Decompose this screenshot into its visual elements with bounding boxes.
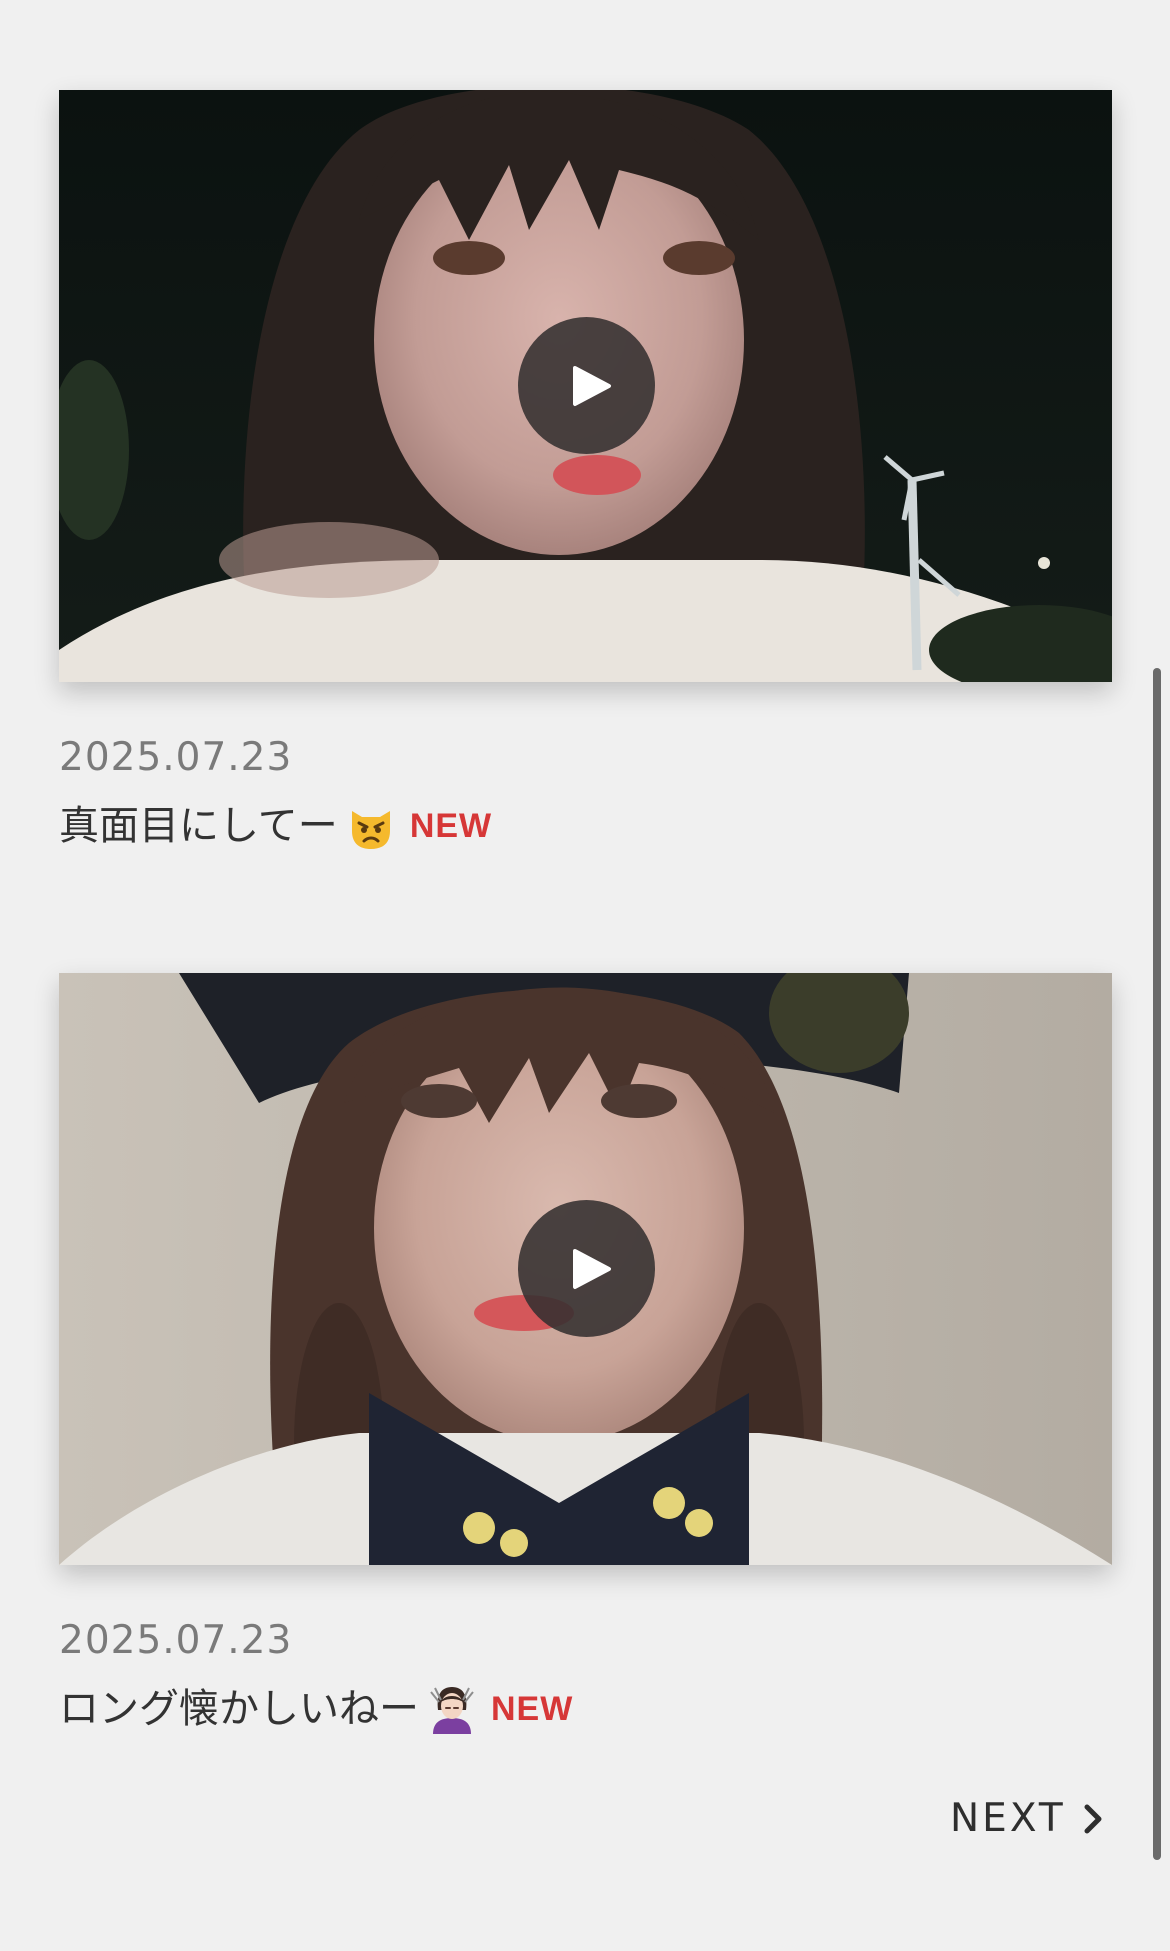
post-title-row[interactable]: 真面目にしてー NEW — [59, 801, 1112, 851]
play-button[interactable] — [518, 1200, 655, 1337]
scrollbar[interactable] — [1153, 668, 1161, 1860]
video-thumbnail[interactable] — [59, 90, 1112, 682]
video-post-card: 2025.07.23 真面目にしてー NEW — [59, 90, 1112, 851]
play-button[interactable] — [518, 317, 655, 454]
woman-getting-haircut-icon — [427, 1684, 477, 1734]
post-title-row[interactable]: ロング懐かしいねー NEW — [59, 1684, 1112, 1734]
play-icon — [572, 365, 611, 406]
post-date: 2025.07.23 — [59, 1618, 293, 1663]
next-label: NEXT — [950, 1796, 1066, 1841]
next-page-button[interactable]: NEXT — [950, 1796, 1106, 1841]
new-badge: NEW — [491, 1690, 574, 1728]
video-list-page: 2025.07.23 真面目にしてー NEW 2025.07.23 ロング懐かし… — [0, 0, 1170, 1951]
chevron-right-icon — [1084, 1804, 1102, 1833]
post-date: 2025.07.23 — [59, 735, 293, 780]
new-badge: NEW — [409, 807, 493, 845]
play-icon — [572, 1248, 611, 1289]
pouting-cat-face-icon — [346, 801, 396, 851]
post-title: ロング懐かしいねー — [59, 1686, 419, 1732]
post-title: 真面目にしてー — [59, 803, 338, 849]
video-thumbnail[interactable] — [59, 973, 1112, 1565]
video-post-card: 2025.07.23 ロング懐かしいねー NEW — [59, 973, 1112, 1734]
